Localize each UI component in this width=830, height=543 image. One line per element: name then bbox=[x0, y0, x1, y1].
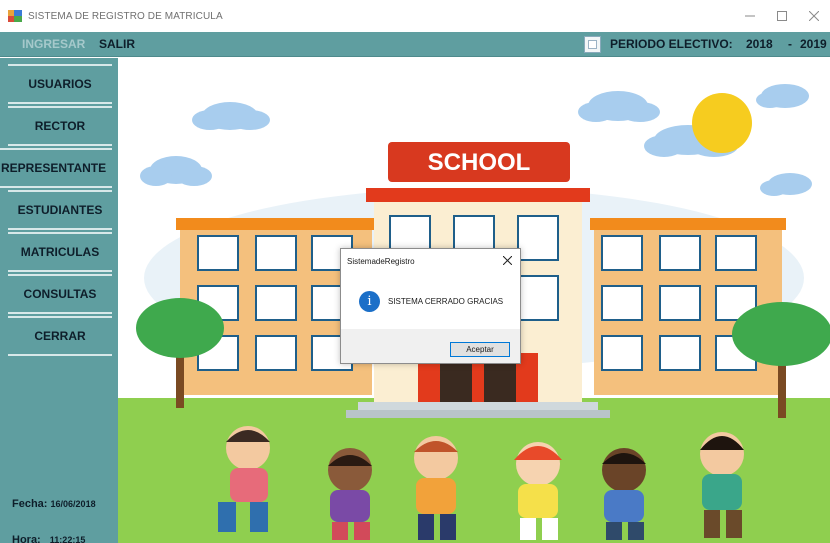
time-display: Hora: 11:22:15 bbox=[12, 534, 85, 543]
app-window: SISTEMA DE REGISTRO DE MATRICULA INGRESA… bbox=[0, 0, 830, 543]
date-display: Fecha: 16/06/2018 bbox=[12, 498, 96, 510]
sidebar-item-label: ESTUDIANTES bbox=[17, 203, 103, 217]
minimize-icon bbox=[745, 15, 755, 17]
date-label: Fecha: bbox=[12, 498, 48, 510]
title-bar: SISTEMA DE REGISTRO DE MATRICULA bbox=[0, 0, 830, 32]
period-checkbox[interactable] bbox=[584, 36, 601, 53]
info-icon: i bbox=[359, 291, 380, 312]
window-title: SISTEMA DE REGISTRO DE MATRICULA bbox=[28, 10, 223, 22]
maximize-icon bbox=[777, 11, 787, 21]
app-icon bbox=[8, 10, 22, 22]
time-label: Hora: bbox=[12, 534, 41, 543]
maximize-button[interactable] bbox=[766, 0, 798, 32]
minimize-button[interactable] bbox=[734, 0, 766, 32]
sidebar-item-usuarios[interactable]: USUARIOS bbox=[8, 64, 112, 104]
menu-bar: INGRESAR SALIR PERIODO ELECTIVO: 2018 - … bbox=[0, 32, 830, 57]
sidebar-item-consultas[interactable]: CONSULTAS bbox=[8, 274, 112, 314]
time-value: 11:22:15 bbox=[49, 535, 86, 543]
period-separator: - bbox=[788, 37, 792, 51]
sidebar-item-label: CERRAR bbox=[34, 329, 86, 343]
window-controls bbox=[734, 0, 830, 32]
close-window-button[interactable] bbox=[798, 0, 830, 32]
sidebar: USUARIOS RECTOR REPRESENTANTE ESTUDIANTE… bbox=[0, 58, 118, 543]
sun-icon bbox=[692, 93, 752, 153]
sidebar-item-cerrar[interactable]: CERRAR bbox=[8, 316, 112, 356]
period-start-year: 2018 bbox=[746, 37, 773, 51]
sidebar-item-label: CONSULTAS bbox=[23, 287, 97, 301]
dialog-message: SISTEMA CERRADO GRACIAS bbox=[388, 297, 504, 306]
sidebar-item-matriculas[interactable]: MATRICULAS bbox=[8, 232, 112, 272]
menu-ingresar[interactable]: INGRESAR bbox=[22, 37, 85, 51]
accept-button[interactable]: Aceptar bbox=[450, 342, 510, 357]
period-end-year: 2019 bbox=[800, 37, 827, 51]
sidebar-item-representante[interactable]: REPRESENTANTE bbox=[0, 148, 112, 188]
close-icon bbox=[809, 11, 819, 21]
sidebar-item-label: REPRESENTANTE bbox=[1, 161, 107, 175]
sidebar-item-label: RECTOR bbox=[34, 119, 86, 133]
period-label: PERIODO ELECTIVO: bbox=[610, 37, 733, 51]
sidebar-item-rector[interactable]: RECTOR bbox=[8, 106, 112, 146]
sidebar-item-label: MATRICULAS bbox=[20, 245, 100, 259]
dialog-close-button[interactable] bbox=[500, 253, 514, 267]
close-icon bbox=[502, 255, 512, 265]
dialog-title: SistemadeRegistro bbox=[347, 257, 415, 266]
sidebar-item-label: USUARIOS bbox=[28, 77, 92, 91]
school-sign-label: SCHOOL bbox=[428, 149, 531, 176]
sidebar-item-estudiantes[interactable]: ESTUDIANTES bbox=[8, 190, 112, 230]
date-value: 16/06/2018 bbox=[50, 499, 96, 509]
message-dialog: SistemadeRegistro i SISTEMA CERRADO GRAC… bbox=[340, 248, 521, 364]
menu-salir[interactable]: SALIR bbox=[99, 37, 135, 51]
